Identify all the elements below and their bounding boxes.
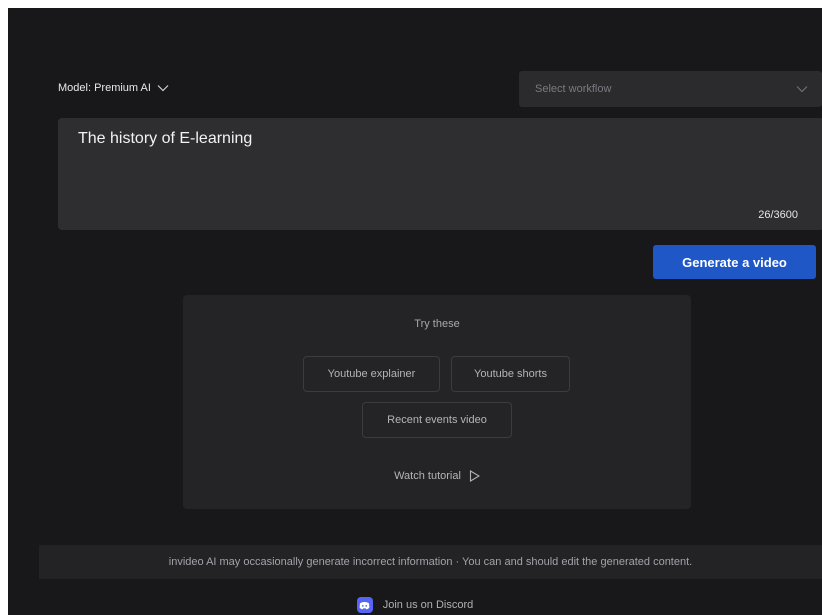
discord-link[interactable]: Join us on Discord — [8, 597, 822, 613]
disclaimer-text: invideo AI may occasionally generate inc… — [168, 556, 693, 568]
discord-icon — [356, 597, 373, 613]
app-window: Model: Premium AI Select workflow The hi… — [8, 8, 822, 615]
character-count: 26/3600 — [758, 209, 798, 221]
play-icon — [469, 470, 480, 482]
generate-video-button[interactable]: Generate a video — [653, 245, 816, 279]
suggestions-title: Try these — [414, 318, 460, 330]
prompt-input[interactable]: The history of E-learning 26/3600 — [58, 118, 822, 230]
chevron-down-icon — [157, 84, 169, 92]
prompt-text[interactable]: The history of E-learning — [78, 130, 252, 148]
suggestion-chip-youtube-explainer[interactable]: Youtube explainer — [303, 356, 440, 392]
discord-label: Join us on Discord — [382, 599, 474, 611]
model-selector[interactable]: Model: Premium AI — [58, 82, 169, 94]
chevron-down-icon — [796, 85, 808, 93]
workflow-placeholder: Select workflow — [535, 83, 612, 95]
suggestion-chip-recent-events[interactable]: Recent events video — [362, 402, 512, 438]
watch-tutorial-link[interactable]: Watch tutorial — [183, 470, 691, 482]
suggestion-chip-youtube-shorts[interactable]: Youtube shorts — [451, 356, 570, 392]
workflow-select[interactable]: Select workflow — [519, 71, 822, 107]
suggestions-panel: Try these Youtube explainer Youtube shor… — [183, 295, 691, 509]
disclaimer-banner: invideo AI may occasionally generate inc… — [39, 545, 822, 579]
model-label: Model: Premium AI — [58, 82, 151, 94]
watch-tutorial-label: Watch tutorial — [394, 470, 461, 482]
